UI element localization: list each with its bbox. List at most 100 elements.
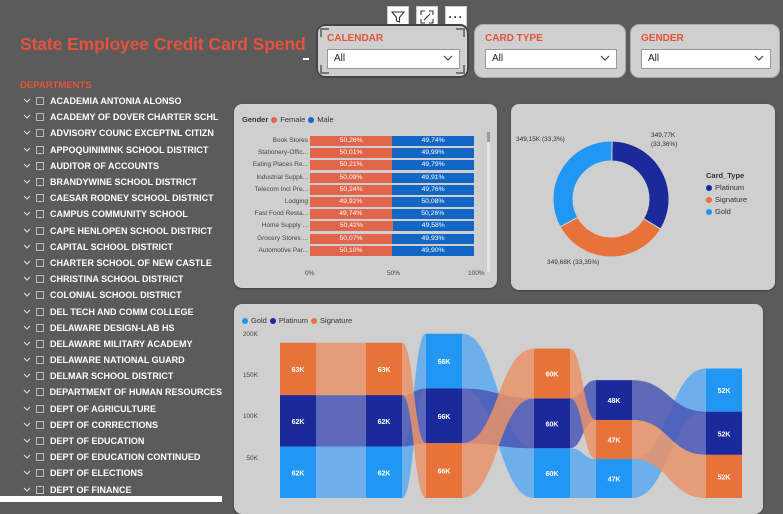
department-item[interactable]: DEL TECH AND COMM COLLEGE [22, 303, 222, 319]
department-item[interactable]: APPOQUINIMINK SCHOOL DISTRICT [22, 142, 222, 158]
department-checkbox[interactable] [36, 129, 44, 138]
chevron-down-icon[interactable] [22, 129, 32, 137]
department-checkbox[interactable] [36, 420, 44, 429]
female-bar[interactable]: 50,09% [310, 172, 393, 183]
resize-handle[interactable] [456, 65, 465, 74]
chevron-down-icon[interactable] [22, 356, 32, 364]
chevron-down-icon[interactable] [22, 340, 32, 348]
department-checkbox[interactable] [36, 97, 44, 106]
department-item[interactable]: ACADEMY OF DOVER CHARTER SCHL [22, 109, 222, 125]
vertical-scrollbar[interactable] [487, 132, 490, 272]
department-checkbox[interactable] [36, 339, 44, 348]
female-bar[interactable]: 50,07% [310, 233, 393, 244]
gender-dropdown[interactable]: All [641, 49, 771, 69]
department-checkbox[interactable] [36, 307, 44, 316]
department-checkbox[interactable] [36, 404, 44, 413]
chevron-down-icon[interactable] [22, 194, 32, 202]
department-item[interactable]: CHRISTINA SCHOOL DISTRICT [22, 271, 222, 287]
department-item[interactable]: DEPT OF EDUCATION [22, 433, 222, 449]
chevron-down-icon[interactable] [22, 146, 32, 154]
department-checkbox[interactable] [36, 242, 44, 251]
department-checkbox[interactable] [36, 226, 44, 235]
chevron-down-icon[interactable] [22, 388, 32, 396]
male-bar[interactable]: 50,08% [391, 197, 474, 207]
department-item[interactable]: DEPT OF EDUCATION CONTINUED [22, 449, 222, 465]
card-type-dropdown[interactable]: All [485, 49, 617, 69]
resize-handle[interactable] [456, 28, 465, 37]
male-bar[interactable]: 50,26% [391, 209, 474, 220]
male-bar[interactable]: 49,79% [392, 160, 474, 171]
gold-ribbon[interactable] [316, 446, 366, 498]
female-bar[interactable]: 50,01% [310, 148, 393, 159]
calendar-slicer[interactable]: CALENDAR All [316, 24, 469, 78]
department-checkbox[interactable] [36, 372, 44, 381]
chevron-down-icon[interactable] [22, 308, 32, 316]
department-item[interactable]: CAPITAL SCHOOL DISTRICT [22, 239, 222, 255]
department-checkbox[interactable] [36, 453, 44, 462]
department-item[interactable]: DEPT OF AGRICULTURE [22, 401, 222, 417]
department-item[interactable]: ACADEMIA ANTONIA ALONSO [22, 93, 222, 109]
chevron-down-icon[interactable] [22, 437, 32, 445]
male-bar[interactable]: 49,76% [392, 184, 474, 195]
department-checkbox[interactable] [36, 469, 44, 478]
department-item[interactable]: DELAWARE NATIONAL GUARD [22, 352, 222, 368]
department-item[interactable]: AUDITOR OF ACCOUNTS [22, 158, 222, 174]
department-checkbox[interactable] [36, 323, 44, 332]
chevron-down-icon[interactable] [22, 453, 32, 461]
chevron-down-icon[interactable] [22, 113, 32, 121]
chevron-down-icon[interactable] [22, 243, 32, 251]
department-item[interactable]: CAMPUS COMMUNITY SCHOOL [22, 206, 222, 222]
chevron-down-icon[interactable] [22, 97, 32, 105]
male-bar[interactable]: 49,99% [392, 148, 474, 159]
signature-ribbon[interactable] [316, 342, 366, 396]
female-bar[interactable]: 50,42% [310, 221, 393, 232]
signature-slice[interactable] [559, 216, 662, 258]
chevron-down-icon[interactable] [22, 372, 32, 380]
female-bar[interactable]: 50,26% [310, 136, 393, 146]
male-bar[interactable]: 49,93% [392, 233, 474, 244]
legend-male[interactable]: Male [317, 115, 333, 124]
department-item[interactable]: CHARTER SCHOOL OF NEW CASTLE [22, 255, 222, 271]
resize-handle[interactable] [320, 28, 329, 37]
chevron-down-icon[interactable] [22, 259, 32, 267]
chevron-down-icon[interactable] [22, 162, 32, 170]
chevron-down-icon[interactable] [22, 291, 32, 299]
chevron-down-icon[interactable] [22, 469, 32, 477]
department-item[interactable]: BRANDYWINE SCHOOL DISTRICT [22, 174, 222, 190]
department-checkbox[interactable] [36, 291, 44, 300]
department-checkbox[interactable] [36, 194, 44, 203]
department-checkbox[interactable] [36, 161, 44, 170]
legend-platinum[interactable]: Platinum [706, 183, 747, 192]
department-item[interactable]: CAESAR RODNEY SCHOOL DISTRICT [22, 190, 222, 206]
male-bar[interactable]: 49,74% [392, 136, 474, 146]
legend-signature[interactable]: Signature [706, 195, 747, 204]
department-checkbox[interactable] [36, 258, 44, 267]
chevron-down-icon[interactable] [22, 405, 32, 413]
legend-gold[interactable]: Gold [706, 207, 747, 216]
female-bar[interactable]: 50,10% [310, 245, 393, 256]
chevron-down-icon[interactable] [22, 421, 32, 429]
female-bar[interactable]: 49,74% [310, 209, 392, 220]
chevron-down-icon[interactable] [22, 324, 32, 332]
department-checkbox[interactable] [36, 210, 44, 219]
calendar-dropdown[interactable]: All [327, 49, 460, 69]
gender-slicer[interactable]: GENDER All [630, 24, 780, 78]
department-item[interactable]: DELMAR SCHOOL DISTRICT [22, 368, 222, 384]
chevron-down-icon[interactable] [22, 227, 32, 235]
male-bar[interactable]: 49,91% [392, 172, 474, 183]
male-bar[interactable]: 49,58% [392, 221, 474, 232]
platinum-slice[interactable] [611, 140, 670, 230]
female-bar[interactable]: 49,92% [310, 197, 392, 207]
department-item[interactable]: DEPARTMENT OF HUMAN RESOURCES [22, 384, 222, 400]
department-checkbox[interactable] [35, 388, 44, 397]
department-item[interactable]: DELAWARE DESIGN-LAB HS [22, 320, 222, 336]
card-type-slicer[interactable]: CARD TYPE All [474, 24, 626, 78]
department-checkbox[interactable] [36, 485, 44, 494]
department-checkbox[interactable] [36, 113, 44, 122]
chevron-down-icon[interactable] [22, 210, 32, 218]
male-bar[interactable]: 49,90% [392, 245, 474, 256]
legend-female[interactable]: Female [280, 115, 305, 124]
department-item[interactable]: DEPT OF CORRECTIONS [22, 417, 222, 433]
chevron-down-icon[interactable] [22, 275, 32, 283]
gold-slice[interactable] [552, 140, 613, 228]
